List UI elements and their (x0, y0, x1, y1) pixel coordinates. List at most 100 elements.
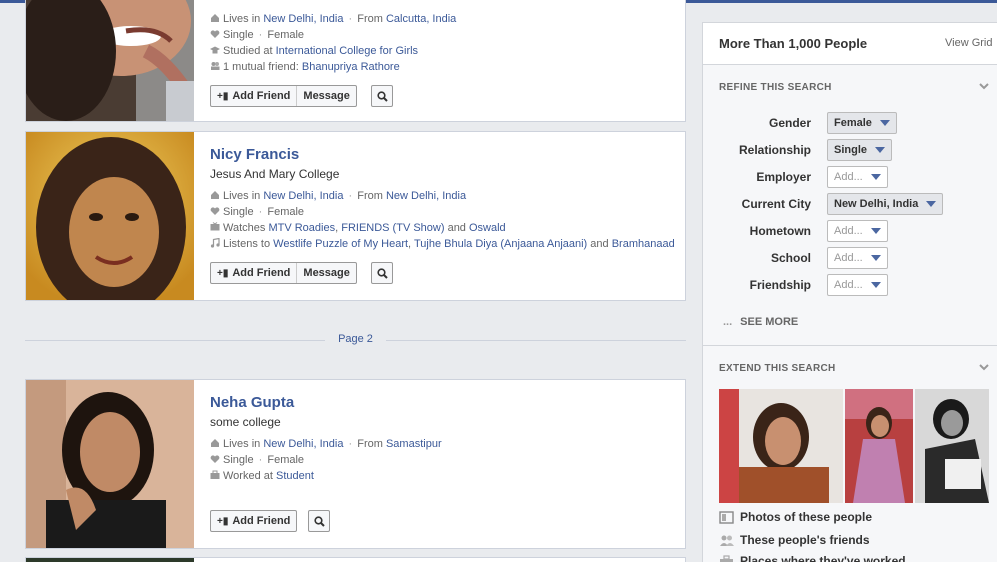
info-text: Female (267, 29, 305, 41)
extend-link-friends[interactable]: These people's friends (719, 533, 870, 547)
info-line: Single · Female (210, 28, 304, 42)
search-panel: More Than 1,000 People View Grid REFINE … (702, 22, 997, 562)
filter-dropdown[interactable]: Add... (827, 274, 888, 296)
info-link[interactable]: Bhanupriya Rathore (302, 61, 400, 73)
message-button[interactable]: Message (296, 263, 355, 283)
add-friend-label: Add Friend (232, 90, 291, 102)
person-thumbnail[interactable] (719, 389, 843, 503)
action-buttons: +▮ Add Friend Message (210, 262, 357, 284)
info-link[interactable]: New Delhi, India (263, 13, 343, 25)
extend-title: EXTEND THIS SEARCH (719, 363, 836, 374)
info-link[interactable]: International College for Girls (276, 45, 418, 57)
info-line: Lives in New Delhi, India · From Samasti… (210, 437, 442, 451)
profile-photo[interactable] (26, 0, 194, 121)
filter-dropdown[interactable]: Add... (827, 166, 888, 188)
info-text: Watches (223, 222, 269, 234)
education-icon (210, 45, 220, 55)
photos-icon (719, 510, 734, 524)
search-icon[interactable] (371, 262, 393, 284)
add-friend-button[interactable]: +▮ Add Friend (211, 263, 296, 283)
view-grid-link[interactable]: View Grid (945, 37, 992, 49)
filter-label: School (770, 251, 811, 265)
info-link[interactable]: MTV Roadies (268, 222, 335, 234)
info-text: Worked at (223, 470, 276, 482)
result-card-3: Neha Gupta some college Lives in New Del… (25, 379, 686, 549)
info-text: Single (223, 29, 254, 41)
page-label: Page 2 (25, 333, 686, 345)
info-link[interactable]: New Delhi, India (263, 438, 343, 450)
info-line: Watches MTV Roadies, FRIENDS (TV Show) a… (210, 221, 506, 235)
filter-dropdown[interactable]: Female (827, 112, 897, 134)
filter-value: Add... (834, 171, 863, 183)
filter-dropdown[interactable]: New Delhi, India (827, 193, 944, 215)
info-line: Worked at Student (210, 469, 314, 483)
separator-dot: · (345, 438, 356, 450)
search-icon[interactable] (371, 85, 393, 107)
person-thumbnail[interactable] (845, 389, 913, 503)
see-more-link[interactable]: ... SEE MORE (723, 316, 798, 328)
info-link[interactable]: New Delhi, India (386, 190, 466, 202)
info-link[interactable]: Bramhanaad (612, 238, 675, 250)
message-button[interactable]: Message (296, 86, 355, 106)
page-number[interactable]: Page 2 (330, 333, 381, 345)
info-link[interactable]: Samastipur (386, 438, 442, 450)
refine-title: REFINE THIS SEARCH (719, 82, 832, 93)
tv-icon (210, 222, 220, 232)
info-link[interactable]: Oswald (469, 222, 506, 234)
page-divider: Page 2 (25, 331, 686, 349)
info-text: and (444, 222, 469, 234)
add-friend-label: Add Friend (232, 267, 291, 279)
extend-link-photos[interactable]: Photos of these people (719, 510, 872, 524)
info-line: Studied at International College for Gir… (210, 44, 418, 58)
info-link[interactable]: FRIENDS (TV Show) (341, 222, 444, 234)
filter-dropdown[interactable]: Single (827, 139, 893, 161)
info-text: Listens to (223, 238, 274, 250)
info-line: Lives in New Delhi, India · From New Del… (210, 189, 466, 203)
heart-icon (210, 206, 220, 216)
profile-photo[interactable] (26, 380, 194, 548)
ellipsis-icon: ... (723, 316, 733, 328)
profile-photo[interactable] (26, 132, 194, 300)
info-link[interactable]: New Delhi, India (263, 190, 343, 202)
info-link[interactable]: Student (276, 470, 314, 482)
filter-employer: Employer Add... (703, 166, 997, 188)
info-text: From (357, 13, 386, 25)
search-icon[interactable] (308, 510, 330, 532)
work-icon (210, 470, 220, 480)
profile-name-link[interactable]: Nicy Francis (210, 146, 299, 163)
action-buttons: +▮ Add Friend (210, 510, 298, 532)
person-thumbnail[interactable] (915, 389, 989, 503)
info-link[interactable]: Puzzle of My Heart (315, 238, 408, 250)
add-friend-button[interactable]: +▮ Add Friend (211, 511, 296, 531)
info-line: 1 mutual friend: Bhanupriya Rathore (210, 60, 400, 74)
extend-link-places[interactable]: Places where they've worked (719, 554, 906, 562)
info-text: Female (267, 454, 305, 466)
filter-value: Add... (834, 225, 863, 237)
profile-name-link[interactable]: Neha Gupta (210, 394, 294, 411)
see-more-label: SEE MORE (740, 316, 799, 328)
filter-current-city: Current City New Delhi, India (703, 193, 997, 215)
chevron-down-icon[interactable] (979, 364, 989, 372)
dropdown-arrow-icon (879, 120, 890, 126)
filter-value: New Delhi, India (834, 198, 919, 210)
filter-dropdown[interactable]: Add... (827, 220, 888, 242)
heart-icon (210, 454, 220, 464)
section-divider (703, 345, 997, 346)
info-link[interactable]: Calcutta, India (386, 13, 456, 25)
chevron-down-icon[interactable] (979, 83, 989, 91)
dropdown-arrow-icon (926, 201, 937, 207)
info-link[interactable]: Westlife (273, 238, 312, 250)
add-friend-button[interactable]: +▮ Add Friend (211, 86, 296, 106)
filter-dropdown[interactable]: Add... (827, 247, 888, 269)
info-text: Lives in (223, 438, 264, 450)
profile-photo[interactable] (26, 558, 194, 562)
results-count-title: More Than 1,000 People (719, 36, 868, 51)
filter-label: Hometown (749, 224, 811, 238)
info-link[interactable]: Tujhe Bhula Diya (Anjaana Anjaani) (414, 238, 587, 250)
separator-dot: · (255, 206, 266, 218)
separator-dot: · (255, 29, 266, 41)
info-text: Female (267, 206, 305, 218)
dropdown-arrow-icon (870, 255, 881, 261)
filter-school: School Add... (703, 247, 997, 269)
filter-gender: Gender Female (703, 112, 997, 134)
